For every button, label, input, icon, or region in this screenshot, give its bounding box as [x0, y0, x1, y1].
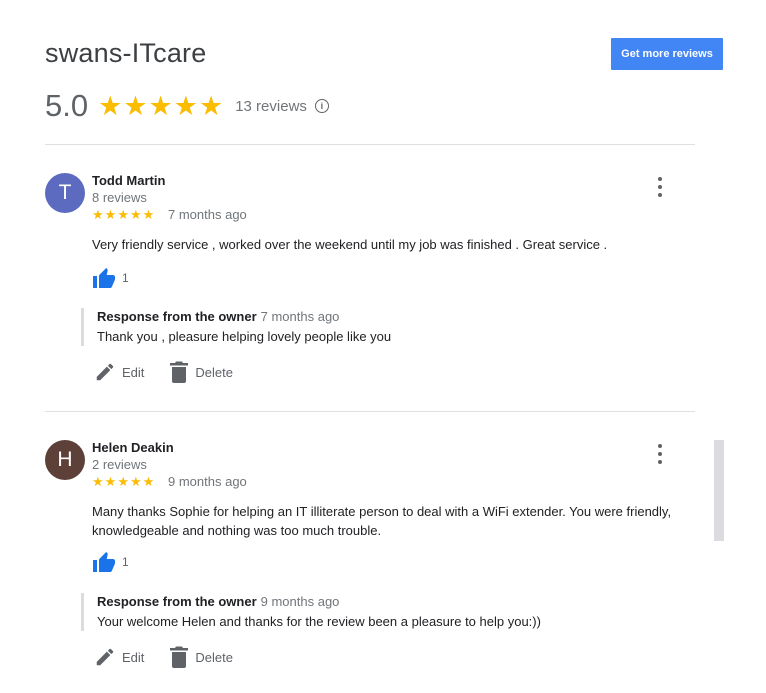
- star-icon: ★: [92, 474, 104, 489]
- review-stars: ★ ★ ★ ★ ★: [92, 208, 154, 221]
- thumb-up-icon: [93, 268, 115, 288]
- star-icon: ★: [142, 207, 155, 222]
- review-time: 9 months ago: [168, 474, 247, 489]
- star-icon: ★: [123, 90, 148, 121]
- edit-button[interactable]: Edit: [94, 646, 144, 668]
- delete-label: Delete: [195, 649, 233, 665]
- star-icon: ★: [117, 474, 129, 489]
- trash-icon: [170, 646, 189, 668]
- response-actions: Edit Delete: [94, 361, 258, 383]
- total-review-count[interactable]: 13 reviews: [235, 98, 307, 115]
- review-text: Many thanks Sophie for helping an IT ill…: [92, 504, 672, 538]
- star-icon: ★: [104, 474, 117, 489]
- star-icon: ★: [92, 207, 104, 222]
- star-icon: ★: [129, 474, 142, 489]
- business-name: swans-ITcare: [45, 38, 207, 68]
- delete-button[interactable]: Delete: [169, 361, 233, 383]
- delete-button[interactable]: Delete: [169, 646, 233, 668]
- avatar[interactable]: H: [45, 440, 85, 480]
- delete-label: Delete: [195, 364, 233, 380]
- like-button[interactable]: 1: [92, 267, 129, 289]
- more-vert-icon[interactable]: [652, 177, 668, 197]
- get-more-reviews-button[interactable]: Get more reviews: [611, 38, 723, 70]
- review-stars: ★ ★ ★ ★ ★: [92, 475, 154, 488]
- edit-label: Edit: [122, 649, 145, 665]
- star-icon: ★: [148, 90, 173, 121]
- divider: [45, 144, 695, 145]
- avatar[interactable]: T: [45, 173, 85, 213]
- like-button[interactable]: 1: [92, 551, 129, 573]
- like-count: 1: [122, 271, 129, 285]
- divider: [45, 411, 695, 412]
- edit-label: Edit: [122, 364, 145, 380]
- owner-response-time: 9 months ago: [260, 594, 340, 609]
- trash-icon: [170, 361, 189, 383]
- average-rating: 5.0: [45, 88, 89, 123]
- reviewer-review-count: 2 reviews: [92, 457, 147, 472]
- star-icon: ★: [129, 207, 142, 222]
- star-icon: ★: [104, 207, 117, 222]
- star-icon: ★: [117, 207, 129, 222]
- owner-response-time: 7 months ago: [260, 309, 340, 324]
- reviewer-name[interactable]: Todd Martin: [92, 173, 165, 188]
- star-icon: ★: [198, 90, 224, 121]
- owner-response-text: Thank you , pleasure helping lovely peop…: [97, 329, 392, 344]
- review-time: 7 months ago: [168, 207, 247, 222]
- reviewer-name[interactable]: Helen Deakin: [92, 440, 174, 455]
- rating-summary: 5.0 ★ ★ ★ ★ ★ 13 reviews i: [45, 86, 329, 126]
- review-card: H Helen Deakin 2 reviews ★ ★ ★ ★ ★ 9 months …: [45, 440, 695, 680]
- pencil-icon: [96, 363, 114, 381]
- owner-response-label: Response from the owner: [97, 309, 257, 324]
- response-actions: Edit Delete: [94, 646, 258, 668]
- review-text: Very friendly service , worked over the …: [92, 237, 608, 252]
- owner-response-label: Response from the owner: [97, 594, 257, 609]
- reviewer-review-count: 8 reviews: [92, 190, 147, 205]
- pencil-icon: [96, 648, 114, 666]
- like-count: 1: [122, 555, 129, 569]
- star-icon: ★: [98, 90, 123, 121]
- star-icon: ★: [173, 90, 198, 121]
- review-card: T Todd Martin 8 reviews ★ ★ ★ ★ ★ 7 months a…: [45, 173, 695, 393]
- owner-response: Response from the owner 9 months ago Your…: [81, 593, 641, 631]
- owner-response-text: Your welcome Helen and thanks for the re…: [97, 614, 541, 629]
- edit-button[interactable]: Edit: [94, 361, 144, 383]
- more-vert-icon[interactable]: [652, 444, 668, 464]
- star-icon: ★: [142, 474, 155, 489]
- scrollbar-thumb[interactable]: [714, 440, 724, 541]
- info-icon[interactable]: i: [314, 99, 329, 113]
- owner-response: Response from the owner 7 months ago Than…: [81, 308, 641, 346]
- rating-stars: ★ ★ ★ ★ ★: [98, 90, 224, 121]
- thumb-up-icon: [93, 552, 115, 572]
